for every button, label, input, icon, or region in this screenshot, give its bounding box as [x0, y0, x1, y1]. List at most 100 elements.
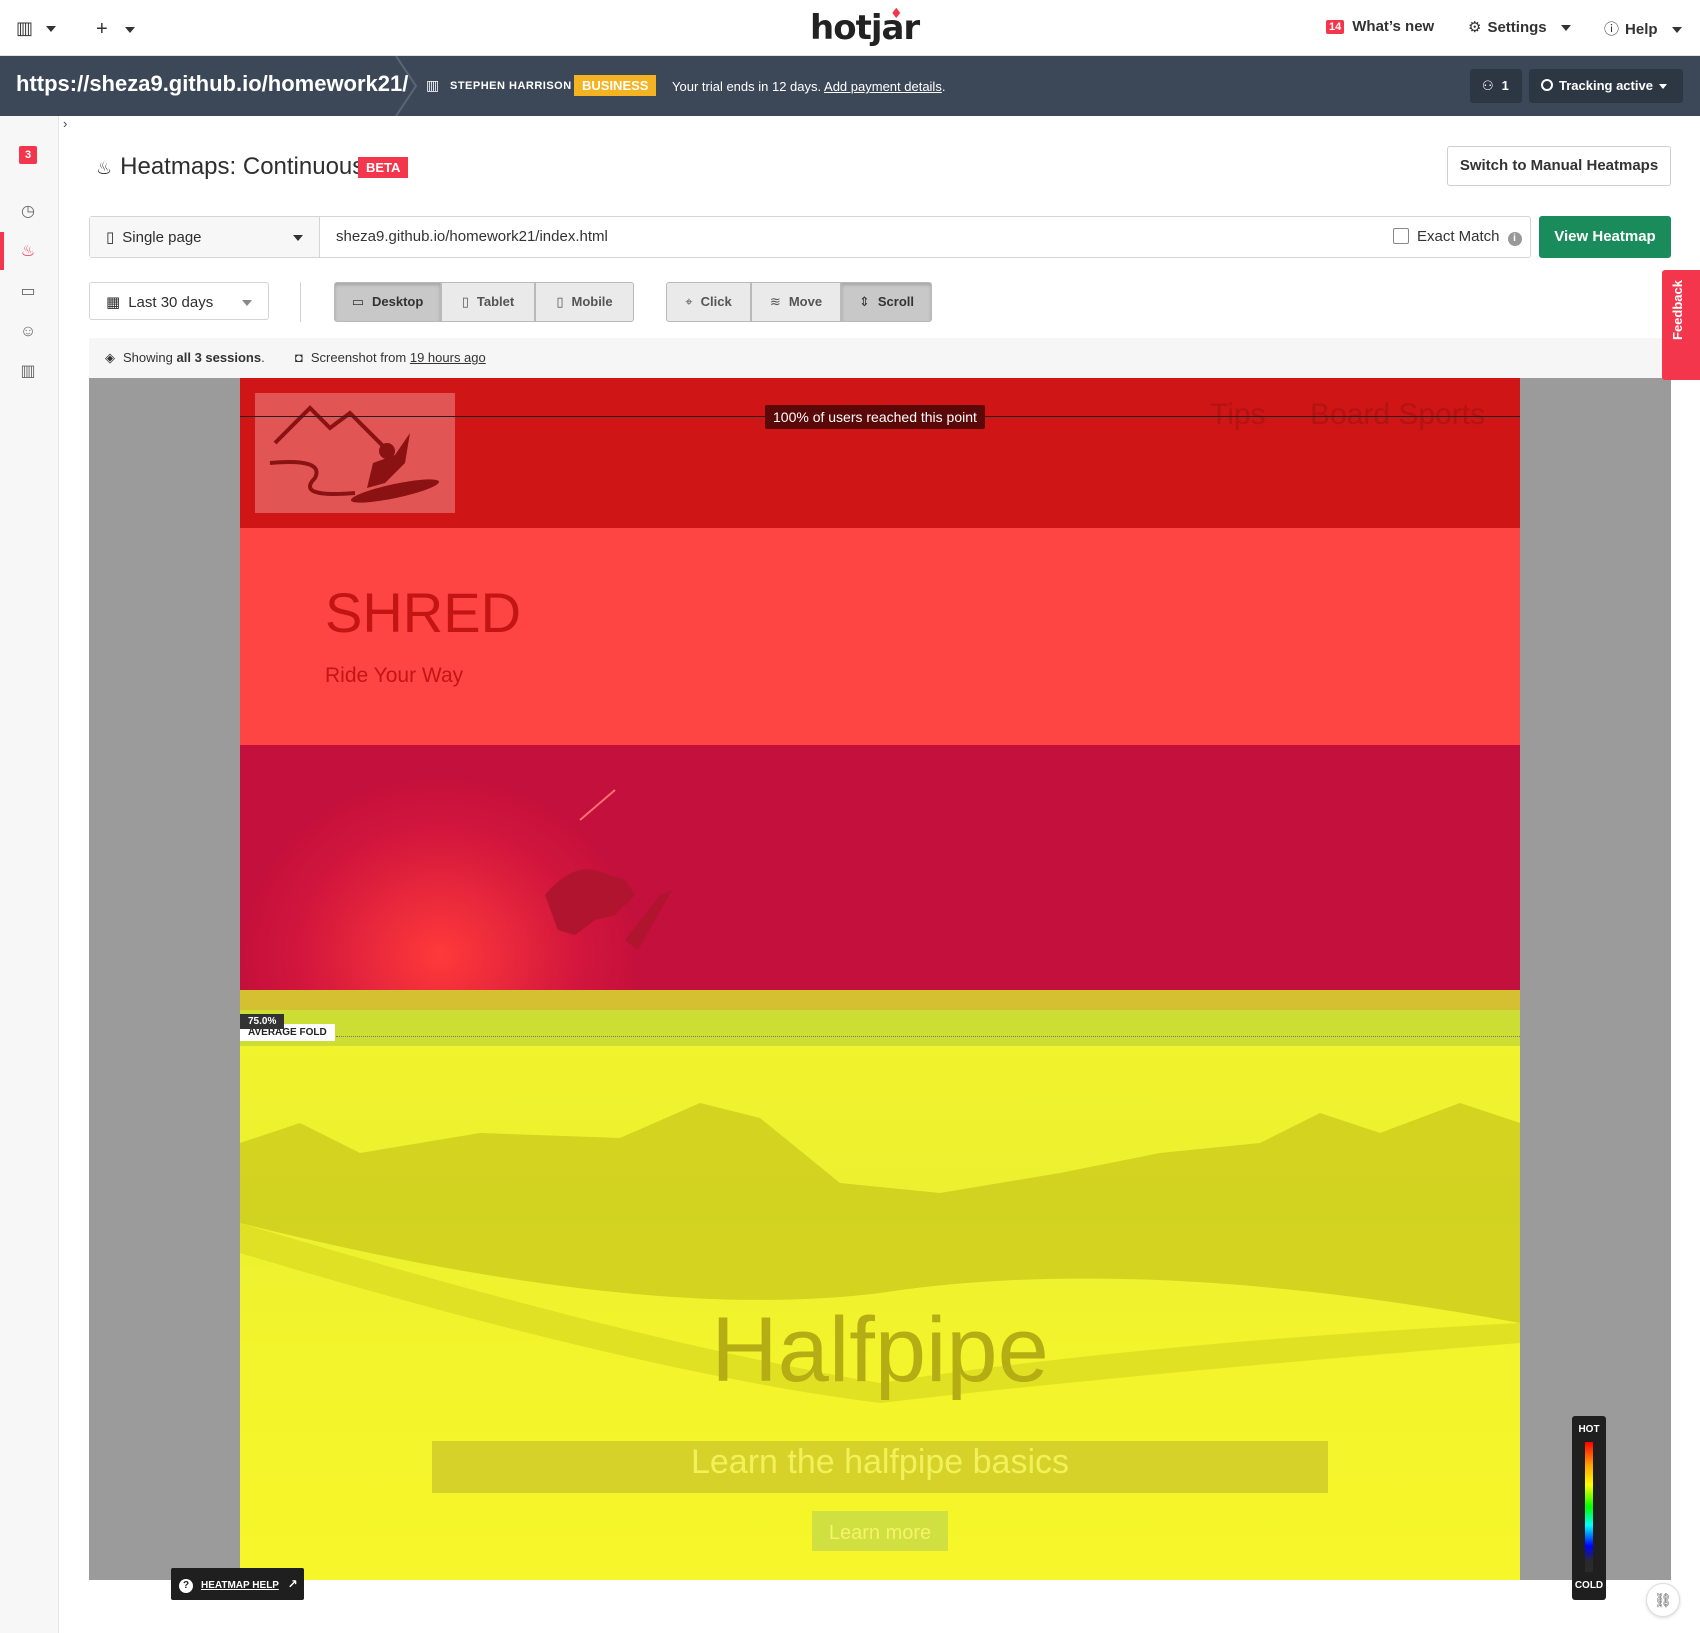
plus-icon: +	[96, 18, 108, 40]
mobile-icon: ▯	[556, 294, 564, 309]
click-label: Click	[700, 294, 732, 309]
trial-text: Your trial ends in 12 days.	[672, 79, 822, 94]
reach-tooltip: 100% of users reached this point	[765, 405, 985, 429]
device-desktop-button[interactable]: ▭ Desktop	[334, 282, 441, 322]
view-heatmap-button[interactable]: View Heatmap	[1539, 216, 1671, 258]
screenshot-time-link[interactable]: 19 hours ago	[410, 350, 486, 365]
heatmaps-icon[interactable]: ♨	[16, 240, 40, 264]
type-scroll-button[interactable]: ⇕ Scroll	[841, 282, 932, 322]
exact-match-label: Exact Match	[1417, 228, 1500, 245]
hero-subtitle: Ride Your Way	[325, 664, 464, 687]
page-type-value: Single page	[122, 229, 202, 246]
active-indicator	[0, 232, 4, 270]
halfpipe-subtitle: Learn the halfpipe basics	[690, 1443, 1070, 1481]
status-ring-icon	[1541, 79, 1553, 91]
move-icon: ≋	[769, 294, 781, 309]
calendar-icon: ▦	[106, 294, 121, 311]
question-icon: ?	[179, 1579, 193, 1593]
learn-more-button: Learn more	[812, 1511, 948, 1551]
link-icon[interactable]: ⛓	[1646, 1583, 1680, 1617]
whats-new-button[interactable]: 14 What’s new	[1326, 18, 1434, 35]
site-url[interactable]: https://sheza9.github.io/homework21/	[16, 71, 408, 97]
desktop-icon: ▭	[351, 294, 364, 309]
flame-icon: ♨	[96, 158, 113, 178]
top-navigation-bar: ▥ + hotjar ♦ 14 What’s new ⚙ Settings ⓘ Hel…	[0, 0, 1700, 56]
page-title: ♨ Heatmaps: Continuous	[96, 153, 364, 181]
add-menu[interactable]: +	[96, 18, 135, 41]
beta-badge: BETA	[358, 157, 409, 178]
breadcrumb-separator-icon	[395, 56, 418, 116]
type-move-button[interactable]: ≋ Move	[751, 282, 841, 322]
device-tablet-button[interactable]: ▯ Tablet	[441, 282, 535, 322]
heat-legend: HOT COLD	[1572, 1416, 1606, 1600]
page-type-select[interactable]: ▯ Single page	[90, 217, 320, 257]
expand-sidebar-icon[interactable]: ›	[63, 116, 67, 131]
tracking-status-button[interactable]: Tracking active	[1529, 69, 1683, 103]
legend-gradient	[1585, 1442, 1593, 1572]
help-menu[interactable]: ⓘ Help	[1604, 18, 1682, 39]
tracking-label: Tracking active	[1559, 78, 1653, 93]
move-label: Move	[788, 294, 823, 309]
showing-prefix: Showing	[123, 350, 173, 365]
scroll-band-fold	[240, 1010, 1520, 1046]
users-count: 1	[1501, 78, 1509, 93]
scroll-band-transition	[240, 990, 1520, 1010]
heatmap-help-label: HEATMAP HELP	[201, 1580, 279, 1591]
camera-icon: ◘	[295, 350, 303, 365]
chevron-down-icon	[1658, 84, 1667, 90]
date-range-select[interactable]: ▦ Last 30 days	[89, 282, 269, 320]
external-link-icon: ↗	[287, 1577, 298, 1591]
building-icon: ▥	[426, 77, 440, 93]
logo-text: hotjar	[810, 8, 920, 48]
hotjar-logo[interactable]: hotjar ♦	[810, 6, 920, 48]
showing-suffix: .	[261, 350, 265, 365]
notification-badge[interactable]: 3	[19, 146, 37, 164]
whats-new-label: What’s new	[1352, 18, 1435, 35]
layers-icon: ◈	[105, 350, 115, 365]
heatmap-help-button[interactable]: ? HEATMAP HELP ↗	[171, 1568, 304, 1600]
chevron-down-icon	[293, 235, 303, 241]
building-icon: ▥	[16, 18, 34, 38]
screenshot-prefix: Screenshot from	[310, 350, 407, 365]
chevron-down-icon	[1560, 25, 1571, 32]
hero-title: SHRED	[325, 581, 522, 644]
page-title-text: Heatmaps: Continuous	[120, 153, 365, 180]
reports-icon[interactable]: ▥	[16, 360, 40, 384]
chevron-down-icon	[124, 27, 135, 34]
settings-label: Settings	[1487, 19, 1547, 36]
site-nav-board-sports: Board Sports	[1310, 398, 1486, 431]
url-filter-row: ▯ Single page Exact Match i	[89, 216, 1531, 258]
feedback-icon[interactable]: ☺	[16, 320, 40, 344]
page-icon: ▯	[106, 229, 115, 246]
switch-to-manual-button[interactable]: Switch to Manual Heatmaps	[1447, 146, 1671, 186]
info-icon[interactable]: i	[1507, 232, 1522, 246]
snowboard-jump-image	[545, 789, 672, 950]
screenshot-info: ◘ Screenshot from 19 hours ago	[295, 350, 486, 365]
recordings-icon[interactable]: ▭	[16, 280, 40, 304]
scroll-label: Scroll	[877, 294, 915, 309]
sessions-count: ◈ Showing all 3 sessions.	[105, 350, 265, 366]
users-icon: ⚇	[1482, 78, 1494, 93]
average-fold-line	[336, 1036, 1520, 1037]
exact-match-checkbox[interactable]: Exact Match i	[1393, 228, 1522, 246]
heatmap-page-preview[interactable]: Tips Board Sports 100% of users reached …	[240, 378, 1520, 1580]
divider	[300, 282, 301, 322]
session-info-bar: ◈ Showing all 3 sessions. ◘ Screenshot fro…	[89, 338, 1671, 378]
device-mobile-button[interactable]: ▯ Mobile	[535, 282, 634, 322]
settings-menu[interactable]: ⚙ Settings	[1468, 18, 1571, 36]
halfpipe-title: Halfpipe	[711, 1299, 1049, 1401]
organization-switcher[interactable]: ▥	[16, 18, 57, 39]
dashboard-icon[interactable]: ◷	[16, 200, 40, 224]
sessions-bold: all 3 sessions	[176, 350, 262, 365]
url-input[interactable]	[336, 228, 1236, 245]
site-users-button[interactable]: ⚇ 1	[1470, 69, 1522, 103]
date-range-value: Last 30 days	[128, 294, 214, 311]
organization-name: STEPHEN HARRISON	[450, 80, 572, 92]
checkbox-box[interactable]	[1393, 228, 1409, 244]
add-payment-link[interactable]: Add payment details	[824, 79, 942, 94]
site-logo-image	[255, 393, 455, 513]
help-label: Help	[1625, 21, 1658, 38]
legend-cold-label: COLD	[1574, 1580, 1604, 1591]
type-click-button[interactable]: ⌖ Click	[666, 282, 751, 322]
trial-notice: Your trial ends in 12 days. Add payment …	[672, 79, 946, 94]
